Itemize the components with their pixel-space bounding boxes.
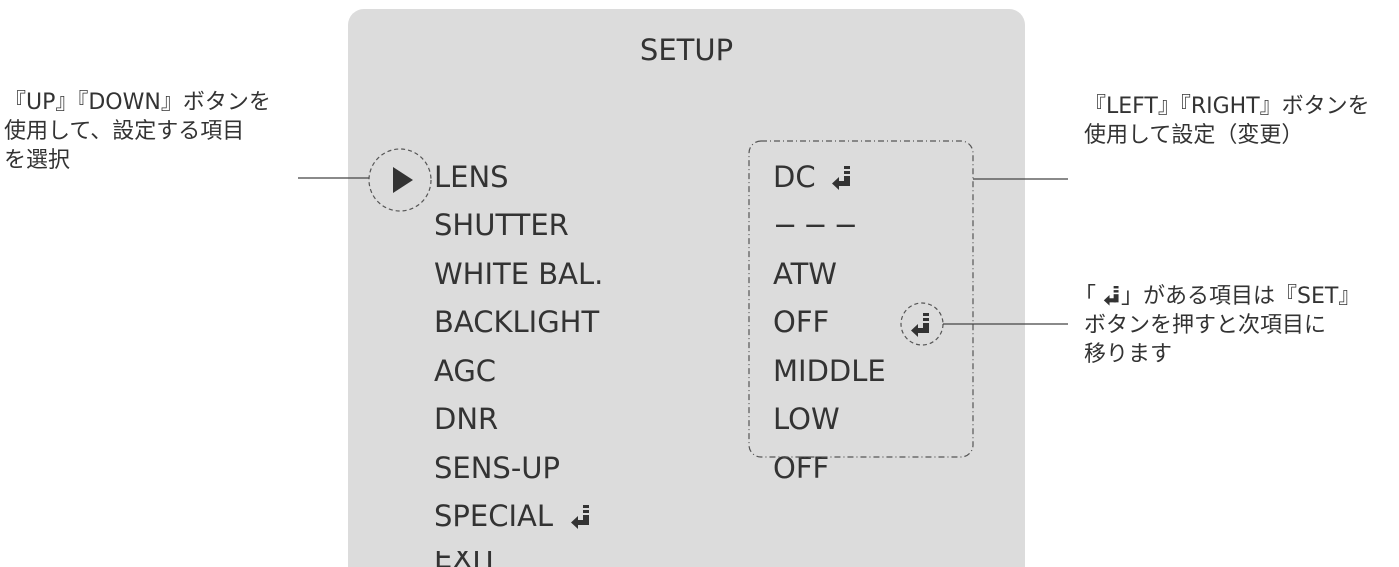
- value-agc[interactable]: MIDDLE: [773, 357, 886, 386]
- menu-item-sens-up[interactable]: SENS-UP: [434, 454, 560, 483]
- menu-item-special-label: SPECIAL: [434, 499, 554, 533]
- enter-icon: [831, 166, 850, 190]
- annotation-right-top-line-1: 『LEFT』『RIGHT』ボタンを: [1084, 94, 1370, 119]
- annotation-right-top: 『LEFT』『RIGHT』ボタンを 使用して設定（変更）: [1084, 92, 1370, 150]
- annotation-right-top-line-2: 使用して設定（変更）: [1084, 123, 1304, 148]
- menu-item-exit[interactable]: EXIT: [434, 551, 498, 567]
- value-dnr[interactable]: LOW: [773, 405, 840, 434]
- enter-icon: [1103, 286, 1119, 306]
- annotation-left-line-1: 『UP』『DOWN』ボタンを: [4, 90, 271, 115]
- menu-title: SETUP: [639, 33, 734, 67]
- enter-icon: [571, 505, 590, 529]
- value-white-bal[interactable]: ATW: [773, 260, 837, 289]
- menu-item-lens[interactable]: LENS: [434, 163, 509, 192]
- annotation-right-bottom-line-3: 移ります: [1084, 342, 1173, 367]
- value-shutter[interactable]: −−−: [773, 211, 864, 240]
- annotation-left: 『UP』『DOWN』ボタンを 使用して、設定する項目 を選択: [4, 88, 271, 175]
- value-lens-text: DC: [773, 160, 816, 194]
- cursor-arrow-icon: [393, 167, 413, 193]
- menu-item-backlight[interactable]: BACKLIGHT: [434, 308, 599, 337]
- annotation-right-bottom-line-2: ボタンを押すと次項目に: [1084, 313, 1327, 338]
- annotation-right-bottom-line-1: 「 」がある項目は『SET』: [1074, 282, 1360, 311]
- menu-item-special[interactable]: SPECIAL: [434, 502, 592, 531]
- menu-item-agc[interactable]: AGC: [434, 357, 496, 386]
- annotation-left-line-2: 使用して、設定する項目: [4, 119, 245, 144]
- enter-icon: [911, 313, 929, 337]
- annotation-right-bottom-rest: 」がある項目は『SET』: [1121, 284, 1361, 309]
- annotation-right-bottom: 「 」がある項目は『SET』 ボタンを押すと次項目に 移ります: [1074, 282, 1360, 369]
- value-lens[interactable]: DC: [773, 163, 853, 192]
- menu-item-dnr[interactable]: DNR: [434, 405, 498, 434]
- menu-item-shutter[interactable]: SHUTTER: [434, 211, 569, 240]
- value-backlight[interactable]: OFF: [773, 308, 829, 337]
- annotation-left-line-3: を選択: [4, 148, 71, 173]
- annotation-bracket-open: 「: [1074, 284, 1097, 309]
- menu-item-white-bal[interactable]: WHITE BAL.: [434, 260, 603, 289]
- value-sens-up[interactable]: OFF: [773, 454, 829, 483]
